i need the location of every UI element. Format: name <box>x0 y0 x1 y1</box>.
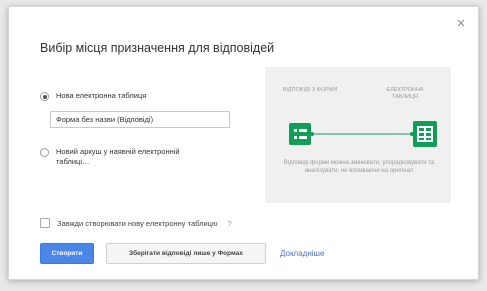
learn-more-link[interactable]: Докладніше <box>280 249 324 258</box>
keep-in-forms-button[interactable]: Зберігати відповіді лише у Формах <box>106 243 266 264</box>
always-create-checkbox[interactable] <box>40 218 50 228</box>
option-existing-label-line1: Новий аркуш у наявній електронній <box>56 147 180 156</box>
always-create-label: Завжди створювати нову електронну таблиц… <box>57 218 218 228</box>
diagram-graphic <box>289 121 437 147</box>
diagram-description: Відповіді форми можна змінювати, упорядк… <box>283 160 435 174</box>
google-sheets-icon <box>413 121 437 147</box>
help-icon[interactable]: ? <box>228 219 232 228</box>
radio-new-spreadsheet[interactable] <box>40 92 49 101</box>
close-icon[interactable]: × <box>454 16 468 31</box>
spreadsheet-name-input[interactable] <box>50 111 230 128</box>
google-forms-icon <box>289 123 311 145</box>
dialog-title: Вибір місця призначення для відповідей <box>40 41 275 55</box>
response-destination-dialog: × Вибір місця призначення для відповідей… <box>8 6 479 280</box>
radio-existing-spreadsheet[interactable] <box>40 148 49 157</box>
option-existing-spreadsheet[interactable]: Новий аркуш у наявній електронній таблиц… <box>40 147 180 167</box>
option-new-spreadsheet[interactable]: Нова електронна таблиця <box>40 91 146 101</box>
option-new-spreadsheet-label: Нова електронна таблиця <box>56 91 147 100</box>
option-existing-spreadsheet-label: Новий аркуш у наявній електронній таблиц… <box>56 147 180 167</box>
create-button[interactable]: Створити <box>40 243 94 264</box>
option-existing-label-line2: таблиці… <box>56 157 90 166</box>
destination-diagram: Відповіді з форми Електронна таблиця <box>265 67 451 203</box>
always-create-new-option[interactable]: Завжди створювати нову електронну таблиц… <box>40 218 232 228</box>
